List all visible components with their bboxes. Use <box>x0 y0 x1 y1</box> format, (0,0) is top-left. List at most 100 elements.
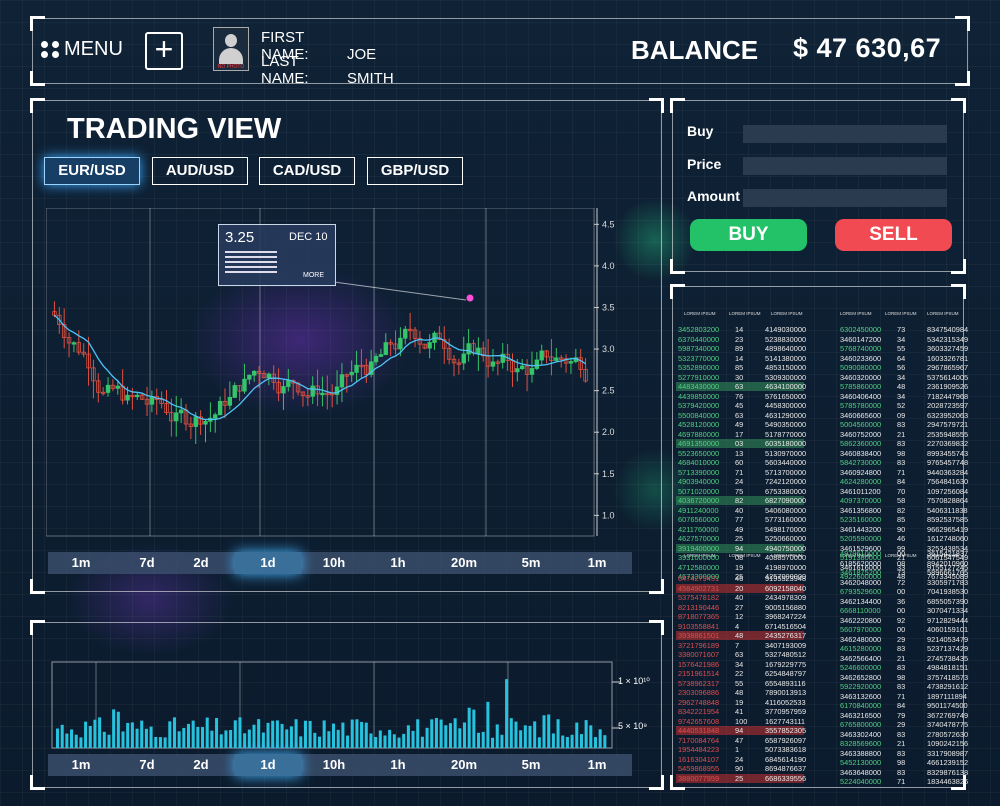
order-book-cell: 4661239152 <box>927 758 969 767</box>
timeframe-1h[interactable]: 1h <box>365 754 431 776</box>
tab-cad-usd[interactable]: CAD/USD <box>259 157 355 185</box>
buy-button[interactable]: BUY <box>690 219 807 251</box>
timeframe-1m[interactable]: 1m <box>48 552 114 574</box>
candle-body <box>339 374 345 388</box>
tab-aud-usd[interactable]: AUD/USD <box>152 157 248 185</box>
order-book-cell: 55 <box>897 344 906 353</box>
timeframe-20m[interactable]: 20m <box>431 754 497 776</box>
tab-eur-usd[interactable]: EUR/USD <box>44 157 140 185</box>
volume-bar <box>542 715 546 748</box>
order-book-cell: 72 <box>897 577 906 587</box>
volume-bar <box>70 729 74 748</box>
candle-body <box>568 361 574 364</box>
volume-bar <box>79 737 83 748</box>
volume-bar <box>271 720 275 748</box>
order-book-cell: 29 <box>897 720 906 729</box>
order-book-cell: 9214053479 <box>927 634 969 644</box>
price-field[interactable] <box>743 157 947 175</box>
order-book-cell: 45 <box>735 401 744 410</box>
order-book-cell: 83 <box>897 663 906 672</box>
timeframe-20m[interactable]: 20m <box>431 552 497 574</box>
order-book-cell: 4036720000 <box>678 496 720 505</box>
order-book-cell: 6302450000 <box>840 325 882 334</box>
order-book-cell: 4060159101 <box>927 625 969 634</box>
order-book-cell: 4853150000 <box>765 363 807 372</box>
order-book-cell: 83 <box>897 748 906 758</box>
volume-bar <box>65 733 69 748</box>
volume-bar <box>238 717 242 748</box>
buy-field[interactable] <box>743 125 947 143</box>
volume-bar <box>350 719 354 748</box>
order-book-cell: 21 <box>897 653 906 663</box>
tooltip-more-link[interactable]: MORE <box>303 272 324 279</box>
y-tick-label: 3.0 <box>602 344 615 354</box>
volume-bar <box>402 733 406 748</box>
balance-value: $ 47 630,67 <box>793 33 942 63</box>
sell-button[interactable]: SELL <box>835 219 952 251</box>
candle-body <box>403 328 408 339</box>
order-book-cell: 47 <box>735 735 744 745</box>
order-book-cell: 3463216500 <box>840 710 882 720</box>
order-book-header: LOREM IPSUM <box>927 311 959 316</box>
volume-bar <box>266 722 270 748</box>
amount-field[interactable] <box>743 189 947 207</box>
order-book-cell: 5235160000 <box>840 515 882 524</box>
balance-label: BALANCE <box>631 35 759 65</box>
order-book-cell: 3615421837 <box>927 549 969 558</box>
order-book-cell: 71 <box>735 467 744 477</box>
volume-bar <box>303 720 307 748</box>
price-tooltip[interactable]: 3.25 DEC 10 MORE <box>218 224 336 286</box>
candle-body <box>105 384 111 393</box>
timeframe-1m[interactable]: 1m <box>48 754 114 776</box>
order-book-cell: 3462220800 <box>840 615 882 625</box>
add-button[interactable]: + <box>145 32 183 70</box>
timeframe-5m[interactable]: 5m <box>498 754 564 776</box>
timeframe-1d[interactable]: 1d <box>235 754 301 776</box>
volume-bar <box>107 734 111 748</box>
frame-corner <box>649 98 664 113</box>
volume-bar <box>126 722 130 748</box>
timeframe-1m-last[interactable]: 1m <box>564 552 630 574</box>
order-book-cell: 5379420000 <box>678 401 720 410</box>
frame-corner <box>30 579 45 594</box>
volume-timeframe-bar: 1m 7d 2d 1d 10h 1h 20m 5m 1m <box>48 754 632 776</box>
timeframe-1h[interactable]: 1h <box>365 552 431 574</box>
order-book-cell: 90 <box>897 524 906 534</box>
candle-body <box>174 412 179 422</box>
order-book-cell: 94 <box>735 543 744 553</box>
order-book-cell: 6686339556 <box>765 773 807 783</box>
menu-button[interactable]: MENU <box>41 38 123 61</box>
timeframe-1d[interactable]: 1d <box>235 552 301 574</box>
candle-body <box>286 380 291 387</box>
order-book-cell: 5862360000 <box>840 439 882 448</box>
volume-bar <box>514 721 518 748</box>
timeframe-1m-last[interactable]: 1m <box>564 754 630 776</box>
order-book-cell: 3740478775 <box>927 720 969 729</box>
volume-bar <box>229 729 233 748</box>
volume-bar <box>261 732 265 748</box>
order-book-cell: 4979610000 <box>840 549 882 558</box>
order-book-cell: 7170084764 <box>678 735 720 745</box>
order-book-cell: 3603327459 <box>927 344 969 353</box>
order-book-cell: 6076560000 <box>678 515 720 524</box>
order-book-cell: 5205590000 <box>840 534 882 543</box>
order-book-cell: 2270369832 <box>927 439 969 448</box>
order-book-cell: 8993455743 <box>927 448 969 458</box>
candle-body <box>227 396 233 406</box>
order-book-header: LOREM IPSUM <box>840 311 872 316</box>
timeframe-10h[interactable]: 10h <box>301 754 367 776</box>
order-book-cell: 09 <box>897 410 906 420</box>
timeframe-2d[interactable]: 2d <box>168 552 234 574</box>
tooltip-value: 3.25 <box>225 229 255 246</box>
timeframe-10h[interactable]: 10h <box>301 552 367 574</box>
order-book-cell: 4691350000 <box>678 439 720 448</box>
volume-bar <box>500 734 504 748</box>
tab-gbp-usd[interactable]: GBP/USD <box>367 157 463 185</box>
order-book-cell: 63 <box>735 382 744 391</box>
order-book-cell: 14 <box>735 325 744 334</box>
avatar[interactable]: NO PHOTO <box>213 27 249 71</box>
volume-bar <box>579 734 583 748</box>
timeframe-2d[interactable]: 2d <box>168 754 234 776</box>
order-book-cell: 9103558841 <box>678 621 720 631</box>
timeframe-5m[interactable]: 5m <box>498 552 564 574</box>
